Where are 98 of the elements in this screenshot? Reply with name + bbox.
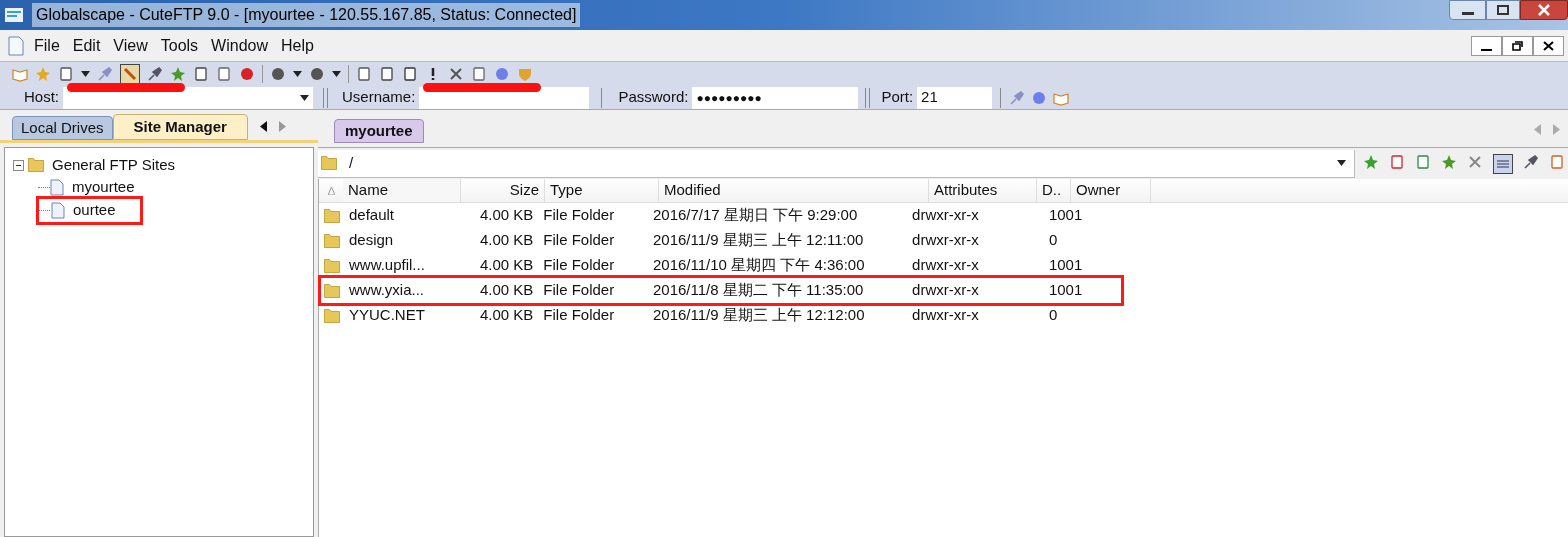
- table-cell: drwxr-xr-x: [912, 231, 979, 249]
- mdi-minimize-button[interactable]: [1471, 35, 1502, 56]
- table-cell: File Folder: [543, 306, 615, 324]
- document-icon: [51, 202, 65, 219]
- table-cell: File Folder: [543, 281, 615, 299]
- menu-item[interactable]: File: [34, 33, 60, 58]
- menu-item[interactable]: View: [113, 33, 148, 58]
- minimize-icon: [1481, 48, 1492, 51]
- path-field[interactable]: /: [318, 149, 1355, 178]
- table-cell: 2016/7/17 星期日 下午 9:29:00: [652, 206, 858, 224]
- table-cell: 2016/11/9 星期三 上午 12:12:00: [652, 306, 865, 324]
- table-cell: 0: [1048, 231, 1058, 249]
- site-book-icon[interactable]: [12, 66, 28, 82]
- caret-icon[interactable]: [81, 71, 90, 77]
- table-cell: drwxr-xr-x: [912, 306, 979, 324]
- table-cell: 1001: [1048, 281, 1083, 299]
- table-cell: 4.00 KB: [479, 281, 534, 299]
- username-label: Username:: [341, 87, 417, 108]
- caret-icon[interactable]: [1337, 160, 1346, 166]
- table-cell: File Folder: [543, 256, 615, 274]
- column-header[interactable]: Type: [545, 179, 659, 202]
- table-cell: www.upfil...: [349, 256, 425, 274]
- scroll-left-icon[interactable]: [259, 121, 267, 132]
- close-icon: [1537, 4, 1551, 16]
- session-tab[interactable]: myourtee: [334, 119, 424, 143]
- restore-icon: [1512, 40, 1523, 51]
- tree-item[interactable]: myourtee: [72, 176, 135, 199]
- mdi-restore-button[interactable]: [1502, 35, 1533, 56]
- menu-item[interactable]: Tools: [160, 33, 199, 58]
- view-toggle[interactable]: [1493, 153, 1513, 174]
- file-row[interactable]: www.yxia... 4.00 KB File Folder 2016/11/8 星期二 下午 11:35:00 drwxr-xr-x 1001: [321, 278, 1121, 303]
- table-cell: 0: [1048, 306, 1058, 324]
- caret-icon[interactable]: [293, 71, 302, 77]
- plug-icon[interactable]: [147, 66, 163, 82]
- menu-item[interactable]: Window: [211, 33, 268, 58]
- app-icon: [4, 6, 24, 24]
- column-header[interactable]: Owner: [1071, 179, 1151, 202]
- file-row[interactable]: design 4.00 KB File Folder 2016/11/9 星期三 上午 12:11:00 drwxr-xr-x 0: [321, 228, 1121, 253]
- port-field[interactable]: 21: [917, 86, 993, 109]
- table-cell: 4.00 KB: [479, 231, 534, 249]
- tree-item[interactable]: General FTP Sites: [52, 153, 176, 177]
- minimize-icon: [1461, 12, 1474, 15]
- password-field[interactable]: ●●●●●●●●●: [692, 86, 859, 109]
- mdi-close-button[interactable]: [1533, 35, 1564, 56]
- table-cell: 4.00 KB: [479, 256, 534, 274]
- plug-icon[interactable]: [1523, 153, 1539, 170]
- host-label: Host:: [23, 87, 60, 108]
- window-title: Globalscape - CuteFTP 9.0 - [myourtee - 120.55.167.85, Status: Connected]: [32, 3, 581, 27]
- connect-toggle[interactable]: [120, 64, 140, 84]
- table-cell: 1001: [1048, 256, 1083, 274]
- file-row[interactable]: YYUC.NET 4.00 KB File Folder 2016/11/9 星期三 上午 12:12:00 drwxr-xr-x 0: [321, 303, 1121, 328]
- column-header[interactable]: D..: [1037, 179, 1071, 202]
- column-header[interactable]: Size: [461, 179, 545, 202]
- delete-icon[interactable]: [1467, 153, 1483, 170]
- table-cell: 4.00 KB: [479, 206, 534, 224]
- file-row[interactable]: www.upfil... 4.00 KB File Folder 2016/11/10 星期四 下午 4:36:00 drwxr-xr-x 1001: [321, 253, 1121, 278]
- table-cell: File Folder: [543, 206, 615, 224]
- table-cell: File Folder: [543, 231, 615, 249]
- caret-icon[interactable]: [300, 94, 309, 101]
- table-cell: default: [349, 206, 395, 224]
- file-row[interactable]: default 4.00 KB File Folder 2016/7/17 星期日 下午 9:29:00 drwxr-xr-x 1001: [321, 203, 1121, 228]
- table-cell: drwxr-xr-x: [912, 256, 979, 274]
- minimize-button[interactable]: [1449, 0, 1486, 20]
- table-cell: 2016/11/8 星期二 下午 11:35:00: [652, 281, 864, 299]
- password-label: Password:: [617, 87, 690, 108]
- delete-icon[interactable]: [448, 66, 464, 82]
- table-cell: 2016/11/10 星期四 下午 4:36:00: [652, 256, 865, 274]
- stop-icon[interactable]: [239, 66, 255, 82]
- document-icon: [8, 35, 24, 56]
- caret-icon[interactable]: [332, 71, 341, 77]
- table-cell: 4.00 KB: [479, 306, 534, 324]
- column-header[interactable]: Name: [343, 179, 461, 202]
- scroll-right-icon[interactable]: [278, 121, 286, 132]
- new-file-icon[interactable]: [58, 66, 74, 82]
- pane-tab[interactable]: Local Drives: [12, 116, 113, 140]
- list-icon: [1497, 158, 1509, 169]
- menu-item[interactable]: Help: [281, 33, 314, 58]
- port-label: Port:: [880, 87, 915, 108]
- column-header[interactable]: Attributes: [929, 179, 1037, 202]
- pane-tab[interactable]: Site Manager: [112, 114, 248, 140]
- maximize-button[interactable]: [1486, 0, 1520, 20]
- table-cell: 1001: [1048, 206, 1083, 224]
- table-cell: drwxr-xr-x: [912, 206, 979, 224]
- table-cell: drwxr-xr-x: [912, 281, 979, 299]
- document-icon: [50, 179, 64, 196]
- tree-item[interactable]: ourtee: [73, 199, 116, 222]
- column-header[interactable]: Modified: [659, 179, 929, 202]
- maximize-icon: [1497, 5, 1509, 15]
- username-field[interactable]: [419, 86, 590, 109]
- close-icon: [1543, 40, 1554, 51]
- table-cell: 2016/11/9 星期三 上午 12:11:00: [652, 231, 864, 249]
- collapse-icon[interactable]: [13, 159, 24, 171]
- host-field[interactable]: [63, 86, 313, 109]
- menu-item[interactable]: Edit: [72, 33, 101, 58]
- table-cell: YYUC.NET: [349, 306, 425, 324]
- close-button[interactable]: [1520, 0, 1568, 20]
- table-cell: www.yxia...: [349, 281, 424, 299]
- table-cell: design: [349, 231, 394, 249]
